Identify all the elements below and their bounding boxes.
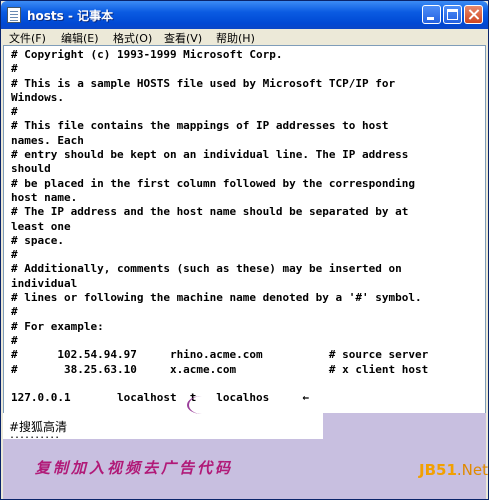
editor-line: Windows.	[11, 90, 64, 104]
editor-line: # This file contains the mappings of IP …	[11, 119, 389, 133]
editor-line: # be placed in the first column followed…	[11, 176, 415, 190]
editor-line: # The IP address and the host name shoul…	[11, 205, 409, 219]
menu-file[interactable]: 文件(F)	[9, 30, 46, 46]
editor-line: # For example:	[11, 319, 104, 333]
editor-line: 127.0.0.1 localhost t localhos ←	[11, 391, 310, 405]
editor-line: # entry should be kept on an individual …	[11, 148, 409, 162]
watermark-suffix: .Net	[456, 461, 488, 479]
notepad-icon	[7, 7, 21, 23]
ad-caption: 复制加入视频去广告代码	[35, 459, 234, 477]
notepad-window: hosts - 记事本 文件(F) 编辑(E) 格式(O) 查看(V) 帮助(H…	[0, 0, 489, 500]
added-dots: ..........	[9, 430, 60, 441]
editor-line: #	[11, 62, 18, 76]
menu-bar: 文件(F) 编辑(E) 格式(O) 查看(V) 帮助(H)	[1, 29, 488, 45]
menu-format[interactable]: 格式(O)	[113, 30, 152, 46]
close-button[interactable]	[464, 5, 483, 24]
editor-line: host name.	[11, 190, 78, 204]
editor-line: least one	[11, 219, 71, 233]
menu-help[interactable]: 帮助(H)	[216, 30, 255, 46]
editor-line: #	[11, 305, 18, 319]
editor-line: should	[11, 162, 51, 176]
menu-view[interactable]: 查看(V)	[164, 30, 202, 46]
minimize-button[interactable]	[422, 5, 441, 24]
editor-line: # space.	[11, 233, 64, 247]
cursor-arrow-mark	[187, 396, 217, 414]
maximize-button[interactable]	[443, 5, 462, 24]
menu-edit[interactable]: 编辑(E)	[61, 30, 99, 46]
title-bar[interactable]: hosts - 记事本	[1, 1, 488, 29]
editor-line: # This is a sample HOSTS file used by Mi…	[11, 76, 396, 90]
window-title: hosts - 记事本	[27, 9, 114, 23]
editor-line: names. Each	[11, 133, 84, 147]
editor-line: individual	[11, 276, 78, 290]
editor-line: # lines or following the machine name de…	[11, 291, 422, 305]
site-watermark: JB51.Net	[419, 461, 488, 479]
editor-line: # Copyright (c) 1993-1999 Microsoft Corp…	[11, 48, 283, 61]
editor-line: #	[11, 333, 18, 347]
hosts-file-content[interactable]: # Copyright (c) 1993-1999 Microsoft Corp…	[11, 48, 471, 405]
editor-line: # Additionally, comments (such as these)…	[11, 262, 402, 276]
editor-line: # 38.25.63.10 x.acme.com # x client host	[11, 362, 429, 376]
editor-line: #	[11, 105, 18, 119]
editor-line: #	[11, 248, 18, 262]
editor-line: # 102.54.94.97 rhino.acme.com # source s…	[11, 348, 429, 362]
watermark-brand: JB51	[419, 461, 457, 479]
